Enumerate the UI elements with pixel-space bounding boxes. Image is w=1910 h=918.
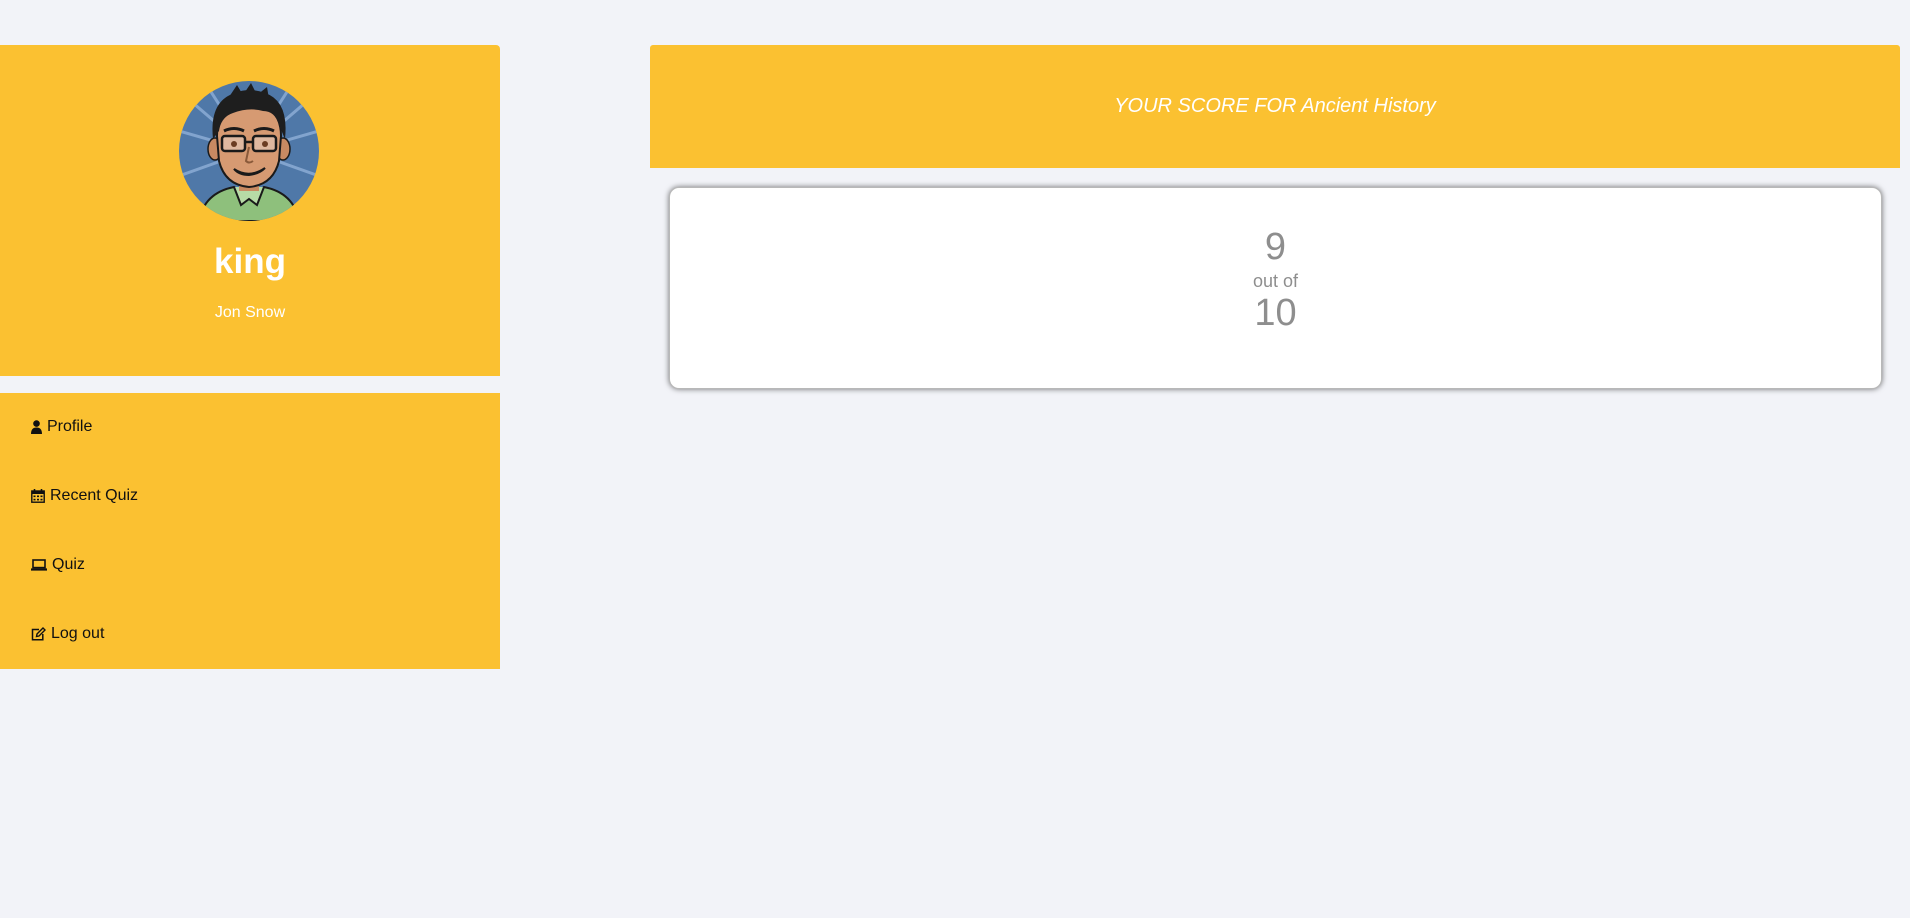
- score-separator: out of: [1252, 271, 1299, 291]
- sidebar-nav: Profile Recent Quiz Quiz Log out: [0, 393, 500, 669]
- avatar: [179, 81, 319, 221]
- sidebar-item-profile[interactable]: Profile: [31, 412, 92, 442]
- sidebar-item-quiz[interactable]: Quiz: [31, 550, 85, 580]
- sidebar-item-log-out[interactable]: Log out: [31, 619, 104, 649]
- sidebar-item-label: Recent Quiz: [50, 487, 139, 504]
- calendar-icon: [31, 489, 45, 503]
- laptop-icon: [31, 559, 47, 571]
- profile-card: king Jon Snow: [0, 45, 500, 376]
- score-header: YOUR SCORE FOR Ancient History: [650, 45, 1900, 168]
- score-total: 10: [1254, 292, 1297, 334]
- user-icon: [31, 420, 42, 434]
- score-card: 9 out of 10: [669, 187, 1882, 389]
- sidebar-item-recent-quiz[interactable]: Recent Quiz: [31, 481, 138, 511]
- sidebar-item-label: Profile: [47, 418, 93, 435]
- sidebar-item-label: Quiz: [52, 556, 85, 573]
- page-title: YOUR SCORE FOR Ancient History: [1114, 95, 1436, 117]
- edit-icon: [31, 627, 46, 641]
- full-name: Jon Snow: [214, 304, 286, 321]
- username: king: [214, 242, 286, 281]
- score-correct: 9: [1264, 226, 1287, 268]
- sidebar-item-label: Log out: [51, 625, 105, 642]
